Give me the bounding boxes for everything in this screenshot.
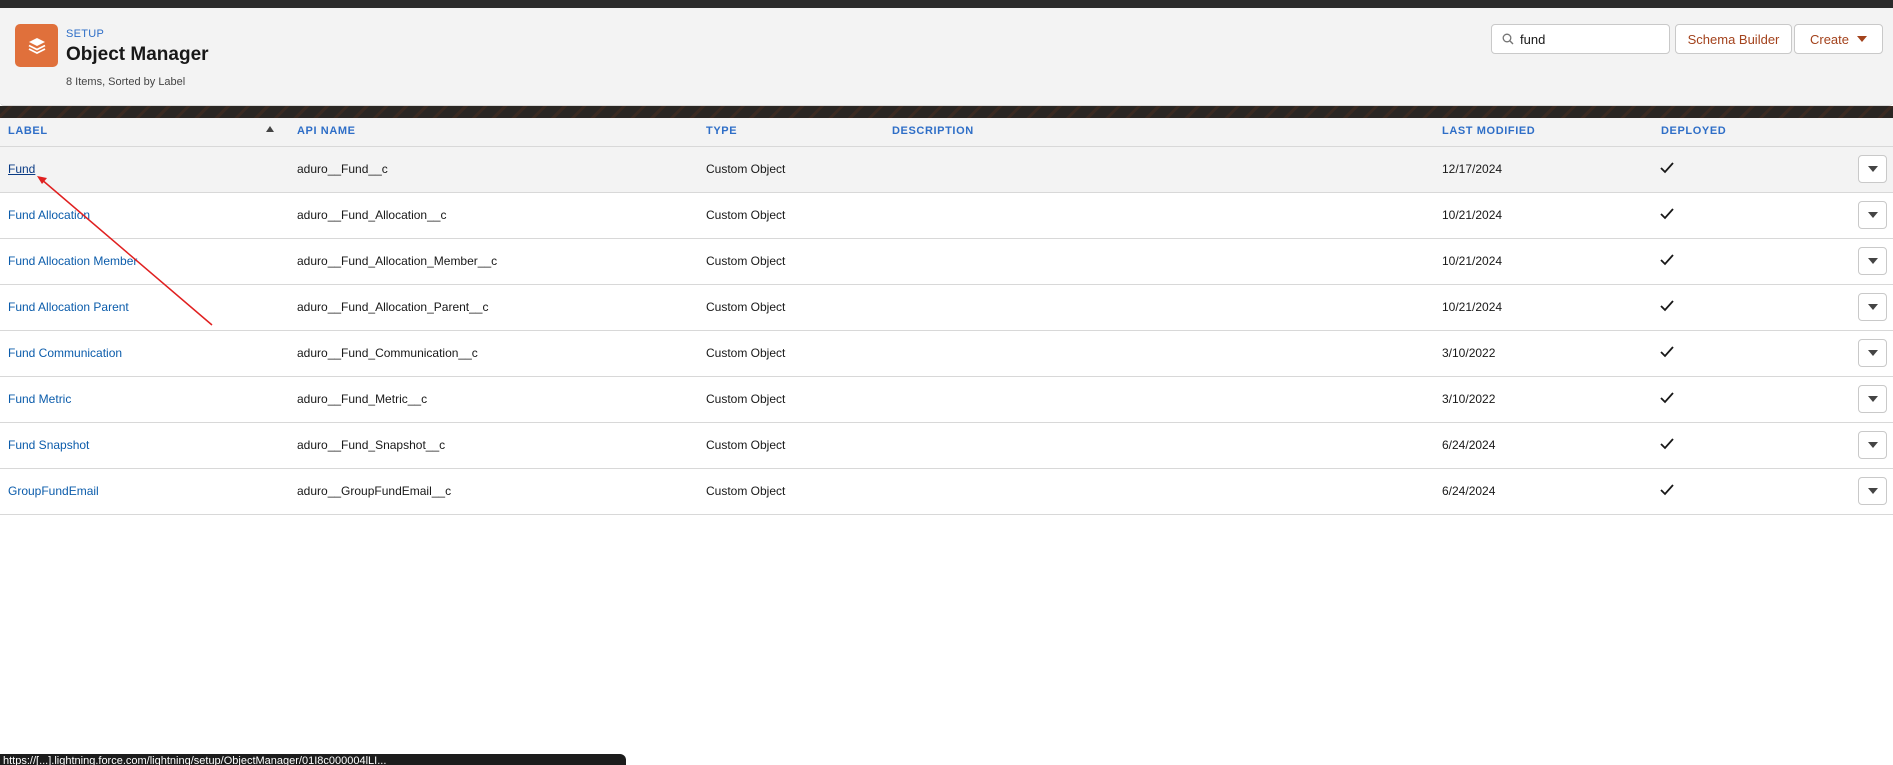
- chevron-down-icon: [1867, 396, 1878, 402]
- row-actions-button[interactable]: [1858, 201, 1887, 229]
- table-row: Fund Snapshot aduro__Fund_Snapshot__c Cust…: [0, 423, 1893, 469]
- chevron-down-icon: [1867, 350, 1878, 356]
- search-input[interactable]: [1520, 28, 1660, 50]
- column-header-deployed[interactable]: DEPLOYED: [1661, 125, 1726, 137]
- objects-table: LABEL API NAME TYPE DESCRIPTION LAST MOD…: [0, 118, 1893, 515]
- api-name-cell: aduro__Fund_Metric__c: [297, 392, 428, 406]
- object-label-link[interactable]: Fund Metric: [8, 392, 71, 406]
- column-header-api-name[interactable]: API NAME: [297, 125, 356, 137]
- type-cell: Custom Object: [706, 346, 786, 360]
- type-cell: Custom Object: [706, 484, 786, 498]
- column-header-last-modified[interactable]: LAST MODIFIED: [1442, 125, 1535, 137]
- object-label-link[interactable]: Fund Snapshot: [8, 438, 89, 452]
- item-count: 8 Items, Sorted by Label: [66, 76, 186, 88]
- deployed-check-icon: [1660, 162, 1674, 174]
- api-name-cell: aduro__Fund_Snapshot__c: [297, 438, 446, 452]
- table-row: Fund aduro__Fund__c Custom Object 12/17/202…: [0, 147, 1893, 193]
- chevron-down-icon: [1867, 212, 1878, 218]
- row-actions-button[interactable]: [1858, 477, 1887, 505]
- create-button[interactable]: Create: [1794, 24, 1883, 54]
- object-label-link[interactable]: Fund Allocation Parent: [8, 300, 129, 314]
- column-header-description[interactable]: DESCRIPTION: [892, 125, 974, 137]
- last-modified-cell: 3/10/2022: [1442, 392, 1496, 406]
- object-label-link[interactable]: Fund Communication: [8, 346, 122, 360]
- breadcrumb[interactable]: SETUP: [66, 28, 104, 40]
- create-label: Create: [1809, 31, 1850, 47]
- row-actions-button[interactable]: [1858, 385, 1887, 413]
- api-name-cell: aduro__Fund_Allocation__c: [297, 208, 447, 222]
- chevron-down-icon: [1857, 35, 1868, 42]
- deployed-check-icon: [1660, 346, 1674, 358]
- last-modified-cell: 6/24/2024: [1442, 484, 1496, 498]
- table-body: Fund aduro__Fund__c Custom Object 12/17/202…: [0, 147, 1893, 515]
- last-modified-cell: 10/21/2024: [1442, 208, 1503, 222]
- type-cell: Custom Object: [706, 162, 786, 176]
- api-name-cell: aduro__GroupFundEmail__c: [297, 484, 452, 498]
- row-actions-button[interactable]: [1858, 247, 1887, 275]
- row-actions-button[interactable]: [1858, 431, 1887, 459]
- type-cell: Custom Object: [706, 392, 786, 406]
- object-label-link[interactable]: GroupFundEmail: [8, 484, 99, 498]
- deployed-check-icon: [1660, 300, 1674, 312]
- chevron-down-icon: [1867, 442, 1878, 448]
- deployed-check-icon: [1660, 254, 1674, 266]
- last-modified-cell: 10/21/2024: [1442, 300, 1503, 314]
- chevron-down-icon: [1867, 258, 1878, 264]
- type-cell: Custom Object: [706, 300, 786, 314]
- column-header-label[interactable]: LABEL: [8, 125, 48, 137]
- object-label-link[interactable]: Fund Allocation: [8, 208, 90, 222]
- row-actions-button[interactable]: [1858, 339, 1887, 367]
- type-cell: Custom Object: [706, 254, 786, 268]
- top-strip: [0, 0, 1893, 8]
- row-actions-button[interactable]: [1858, 155, 1887, 183]
- deployed-check-icon: [1660, 438, 1674, 450]
- last-modified-cell: 3/10/2022: [1442, 346, 1496, 360]
- table-row: Fund Metric aduro__Fund_Metric__c Custom O…: [0, 377, 1893, 423]
- api-name-cell: aduro__Fund__c: [297, 162, 388, 176]
- table-row: Fund Allocation Member aduro__Fund_Alloca…: [0, 239, 1893, 285]
- table-row: Fund Allocation aduro__Fund_Allocation__c…: [0, 193, 1893, 239]
- header-background-band: [0, 106, 1893, 118]
- table-row: GroupFundEmail aduro__GroupFundEmail__c Cu…: [0, 469, 1893, 515]
- api-name-cell: aduro__Fund_Allocation_Parent__c: [297, 300, 489, 314]
- table-row: Fund Allocation Parent aduro__Fund_Alloca…: [0, 285, 1893, 331]
- page-title: Object Manager: [66, 44, 209, 65]
- row-actions-button[interactable]: [1858, 293, 1887, 321]
- quick-find-search[interactable]: [1491, 24, 1670, 54]
- page-header: SETUP Object Manager 8 Items, Sorted by …: [0, 8, 1893, 106]
- column-header-type[interactable]: TYPE: [706, 125, 737, 137]
- api-name-cell: aduro__Fund_Allocation_Member__c: [297, 254, 498, 268]
- type-cell: Custom Object: [706, 208, 786, 222]
- schema-builder-button[interactable]: Schema Builder: [1675, 24, 1792, 54]
- chevron-down-icon: [1867, 488, 1878, 494]
- deployed-check-icon: [1660, 208, 1674, 220]
- api-name-cell: aduro__Fund_Communication__c: [297, 346, 478, 360]
- type-cell: Custom Object: [706, 438, 786, 452]
- last-modified-cell: 6/24/2024: [1442, 438, 1496, 452]
- last-modified-cell: 12/17/2024: [1442, 162, 1503, 176]
- sort-ascending-icon: [266, 126, 274, 132]
- table-header: LABEL API NAME TYPE DESCRIPTION LAST MOD…: [0, 118, 1893, 147]
- deployed-check-icon: [1660, 484, 1674, 496]
- object-label-link[interactable]: Fund: [8, 162, 35, 176]
- object-label-link[interactable]: Fund Allocation Member: [8, 254, 137, 268]
- link-status-bar: https://[...].lightning.force.com/lightn…: [0, 754, 626, 765]
- schema-builder-label: Schema Builder: [1687, 31, 1780, 47]
- layers-icon: [15, 24, 58, 67]
- last-modified-cell: 10/21/2024: [1442, 254, 1503, 268]
- search-icon: [1502, 33, 1514, 45]
- chevron-down-icon: [1867, 304, 1878, 310]
- chevron-down-icon: [1867, 166, 1878, 172]
- deployed-check-icon: [1660, 392, 1674, 404]
- table-row: Fund Communication aduro__Fund_Communicat…: [0, 331, 1893, 377]
